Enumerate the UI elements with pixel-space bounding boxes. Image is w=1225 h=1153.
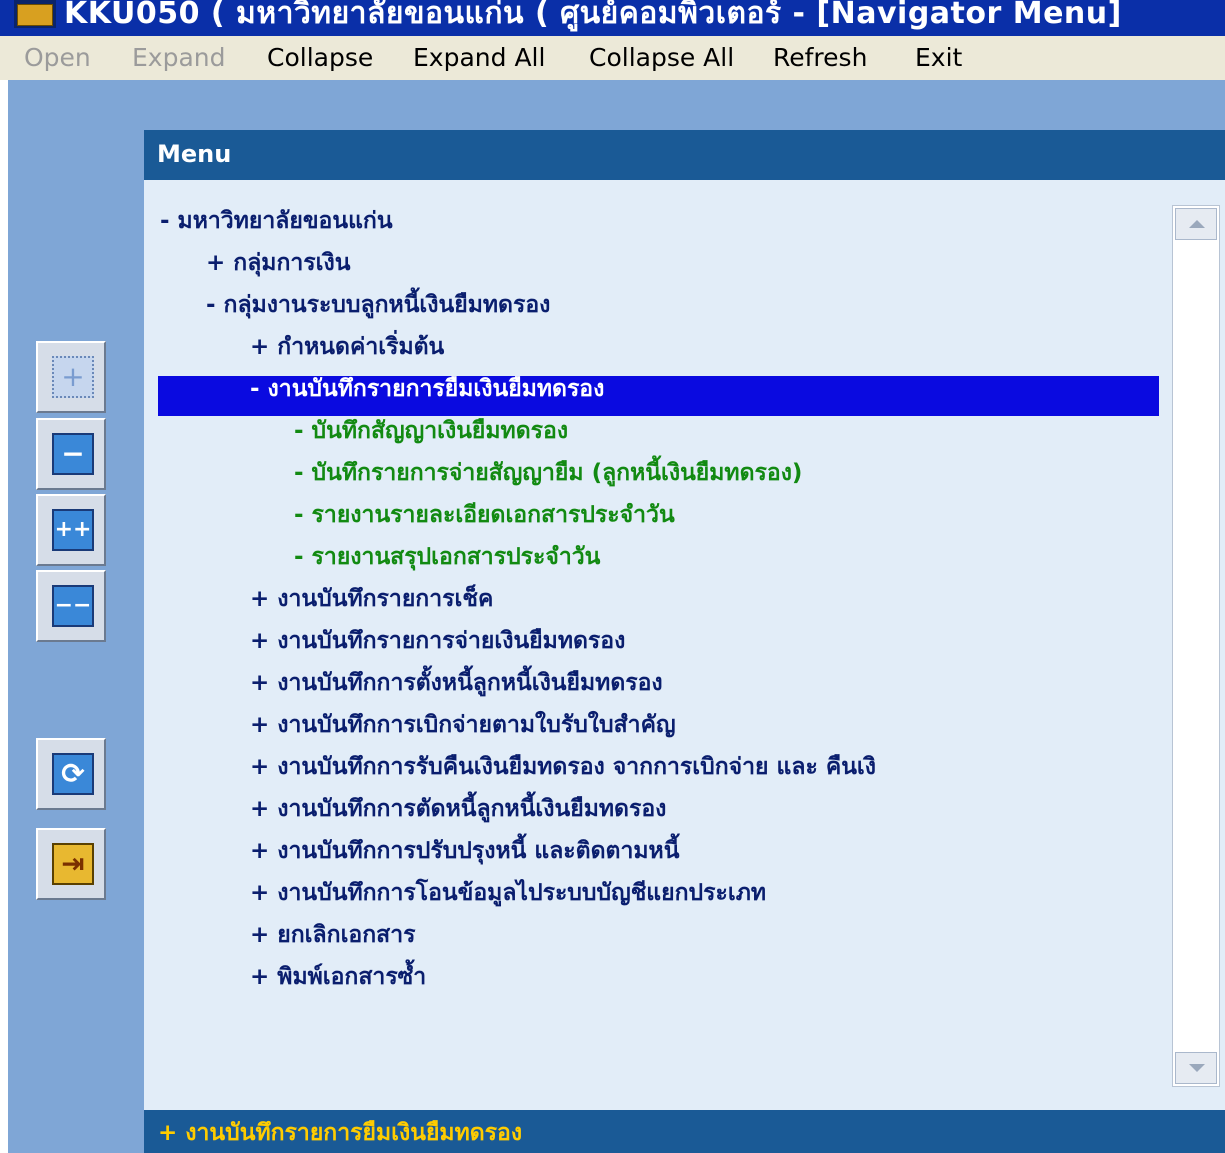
menu-refresh[interactable]: Refresh [773, 43, 867, 72]
menu-collapse[interactable]: Collapse [267, 43, 373, 72]
minus-icon: − [52, 433, 94, 475]
tree-item-selected[interactable]: - งานบันทึกรายการยืมเงินยืมทดรอง [250, 371, 604, 407]
menu-collapse-all[interactable]: Collapse All [589, 43, 734, 72]
tree-item[interactable]: + งานบันทึกรายการเช็ค [250, 581, 493, 617]
app-icon[interactable] [14, 0, 56, 28]
tree-item[interactable]: + ยกเลิกเอกสาร [250, 917, 415, 953]
tree-item[interactable]: + งานบันทึกรายการจ่ายเงินยืมทดรอง [250, 623, 625, 659]
tree-item[interactable]: + งานบันทึกการปรับปรุงหนี้ และติดตามหนี้ [250, 833, 679, 869]
arrow-up-icon [1189, 220, 1205, 228]
tree-item[interactable]: + งานบันทึกการโอนข้อมูลไประบบบัญชีแยกประ… [250, 875, 766, 911]
exit-door-icon: ⇥ [52, 843, 94, 885]
scroll-up-button[interactable] [1175, 208, 1217, 240]
tree-item[interactable]: - มหาวิทยาลัยขอนแก่น [160, 203, 393, 239]
plus-icon: + [52, 356, 94, 398]
tree-item[interactable]: + งานบันทึกการตัดหนี้ลูกหนี้เงินยืมทดรอง [250, 791, 666, 827]
tree-item[interactable]: - บันทึกรายการจ่ายสัญญายืม (ลูกหนี้เงินย… [294, 455, 802, 491]
tree-item[interactable]: + พิมพ์เอกสารซ้ำ [250, 959, 426, 995]
menu-bar: Open Expand Collapse Expand All Collapse… [0, 36, 1225, 80]
tree-item[interactable]: - กลุ่มงานระบบลูกหนี้เงินยืมทดรอง [206, 287, 550, 323]
refresh-button[interactable]: ⟳ [36, 738, 106, 810]
minus-minus-icon: −− [52, 585, 94, 627]
expand-all-button[interactable]: ++ [36, 494, 106, 566]
tree-item[interactable]: - รายงานรายละเอียดเอกสารประจำวัน [294, 497, 675, 533]
menu-exit[interactable]: Exit [915, 43, 962, 72]
tree-item[interactable]: + งานบันทึกการรับคืนเงินยืมทดรอง จากการเ… [250, 749, 876, 785]
tree-item[interactable]: + กลุ่มการเงิน [206, 245, 350, 281]
status-text: + งานบันทึกรายการยืมเงินยืมทดรอง [158, 1120, 523, 1146]
arrow-down-icon [1189, 1064, 1205, 1072]
exit-button[interactable]: ⇥ [36, 828, 106, 900]
tree-item[interactable]: - รายงานสรุปเอกสารประจำวัน [294, 539, 600, 575]
title-bar: KKU050 ( มหาวิทยาลัยขอนแก่น ( ศูนย์คอมพิ… [0, 0, 1225, 36]
menu-open[interactable]: Open [24, 43, 91, 72]
collapse-all-button[interactable]: −− [36, 570, 106, 642]
tree-scrollbar[interactable] [1172, 205, 1220, 1087]
tree-item[interactable]: + งานบันทึกการเบิกจ่ายตามใบรับใบสำคัญ [250, 707, 676, 743]
menu-expand[interactable]: Expand [132, 43, 226, 72]
collapse-button[interactable]: − [36, 418, 106, 490]
status-bar: + งานบันทึกรายการยืมเงินยืมทดรอง [144, 1110, 1225, 1153]
menu-expand-all[interactable]: Expand All [413, 43, 545, 72]
plus-plus-icon: ++ [52, 509, 94, 551]
tree-item[interactable]: + กำหนดค่าเริ่มต้น [250, 329, 444, 365]
menu-panel-header: Menu [144, 130, 1225, 180]
window-title: KKU050 ( มหาวิทยาลัยขอนแก่น ( ศูนย์คอมพิ… [64, 0, 1122, 31]
refresh-icon: ⟳ [52, 753, 94, 795]
panel-title: Menu [157, 140, 232, 168]
expand-button[interactable]: + [36, 341, 106, 413]
tree-item[interactable]: + งานบันทึกการตั้งหนี้ลูกหนี้เงินยืมทดรอ… [250, 665, 663, 701]
scroll-down-button[interactable] [1175, 1052, 1217, 1084]
tree-item[interactable]: - บันทึกสัญญาเงินยืมทดรอง [294, 413, 568, 449]
